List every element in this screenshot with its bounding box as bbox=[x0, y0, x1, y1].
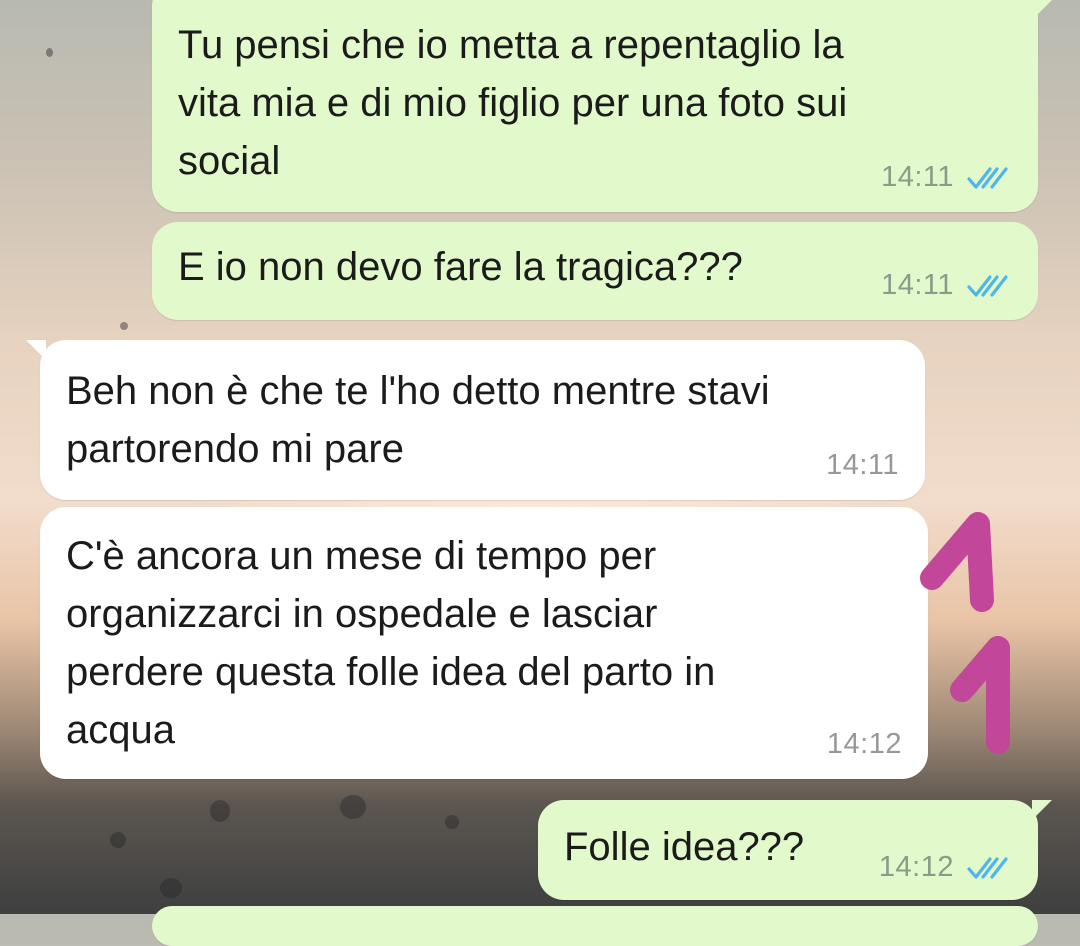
bubble-tail bbox=[26, 340, 46, 360]
background-droplet bbox=[210, 800, 230, 822]
message-bubble-incoming[interactable]: Beh non è che te l'ho detto mentre stavi… bbox=[26, 340, 925, 500]
bubble-tail bbox=[1032, 0, 1052, 20]
message-meta: 14:12 bbox=[879, 851, 1012, 884]
message-bubble-outgoing[interactable]: E io non devo fare la tragica??? 14:11 bbox=[152, 222, 1038, 320]
double-check-icon bbox=[967, 166, 1008, 189]
background-droplet bbox=[340, 795, 366, 819]
message-bubble-outgoing[interactable]: Tu pensi che io metta a repentaglio la v… bbox=[152, 0, 1052, 212]
message-time: 14:12 bbox=[826, 728, 902, 760]
bubble-tail bbox=[1032, 800, 1052, 820]
message-meta: 14:11 bbox=[826, 449, 899, 482]
message-time: 14:11 bbox=[881, 161, 954, 193]
message-time: 14:12 bbox=[878, 851, 954, 883]
double-check-icon bbox=[967, 856, 1008, 879]
message-text: C'è ancora un mese di tempo per organizz… bbox=[66, 534, 716, 752]
double-check-icon bbox=[967, 274, 1008, 297]
message-bubble-incoming[interactable]: C'è ancora un mese di tempo per organizz… bbox=[40, 507, 928, 779]
message-meta: 14:11 bbox=[881, 269, 1012, 302]
chat-area: Tu pensi che io metta a repentaglio la v… bbox=[0, 0, 1080, 946]
message-time: 14:11 bbox=[881, 269, 954, 301]
message-meta: 14:11 bbox=[881, 161, 1012, 194]
message-bubble-outgoing[interactable] bbox=[152, 906, 1038, 946]
message-meta: 14:12 bbox=[827, 728, 902, 761]
message-time: 14:11 bbox=[826, 449, 899, 481]
message-text: Beh non è che te l'ho detto mentre stavi… bbox=[66, 369, 770, 471]
background-droplet bbox=[120, 322, 128, 330]
annotation-mark-icon bbox=[920, 512, 1010, 754]
background-droplet bbox=[110, 832, 126, 848]
background-droplet bbox=[46, 48, 53, 57]
background-droplet bbox=[160, 878, 182, 898]
background-droplet bbox=[445, 815, 459, 829]
message-bubble-outgoing[interactable]: Folle idea??? 14:12 bbox=[538, 800, 1052, 900]
